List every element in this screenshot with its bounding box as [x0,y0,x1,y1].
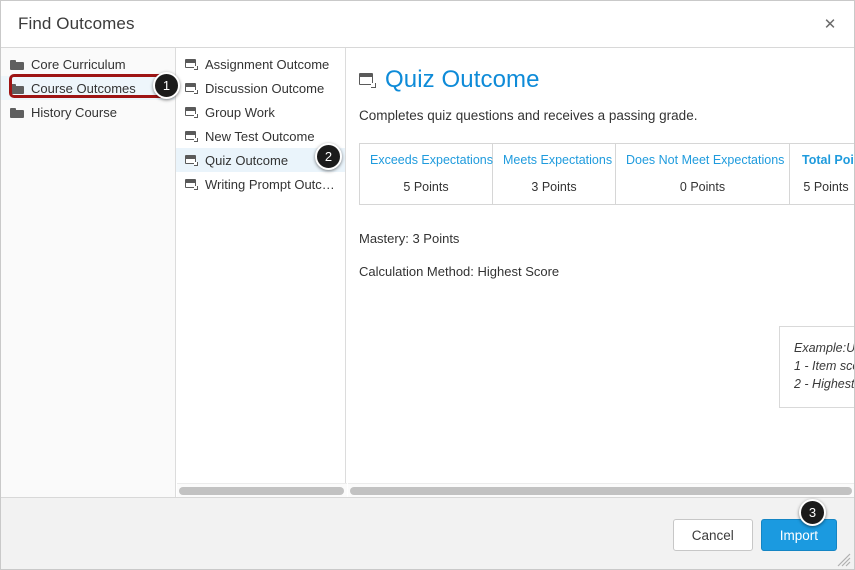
rubric-column-header: Total Point [802,153,854,167]
outcome-icon [185,130,198,142]
annotation-badge-3: 3 [799,499,826,526]
rubric-column-header: Exceeds Expectations [370,153,493,167]
directory-item-core-curriculum[interactable]: Core Curriculum [1,52,175,76]
rubric-column-header: Meets Expectations [503,153,613,167]
directory-list: Core Curriculum Course Outcomes History … [1,48,175,124]
dialog-title: Find Outcomes [18,14,135,33]
outcomes-column: Assignment Outcome Discussion Outcome Gr… [176,48,346,497]
outcome-item-new-test-outcome[interactable]: New Test Outcome [176,124,345,148]
outcome-icon [359,72,376,88]
rubric-column-does-not-meet-expectations: Does Not Meet Expectations 0 Points [616,144,790,204]
rubric-table: Exceeds Expectations 5 Points Meets Expe… [359,143,854,205]
outcome-icon [185,82,198,94]
folder-icon [10,59,24,70]
rubric-column-value: 5 Points [403,180,449,194]
folder-icon [10,83,24,94]
directory-item-label: History Course [31,104,117,120]
rubric-column-value: 3 Points [531,180,577,194]
find-outcomes-dialog: Find Outcomes ✕ Core Curriculum Course O… [0,0,855,570]
directory-item-label: Core Curriculum [31,56,126,72]
outcome-item-discussion-outcome[interactable]: Discussion Outcome [176,76,345,100]
folder-icon [10,107,24,118]
outcome-icon [185,106,198,118]
example-line-2: 1 - Item scores: 3, 2, 2, 4, 1, 3, 4 [794,359,854,373]
outcome-item-label: New Test Outcome [205,128,315,144]
annotation-badge-2: 2 [315,143,342,170]
outcome-description: Completes quiz questions and receives a … [359,108,698,123]
directory-column: Core Curriculum Course Outcomes History … [1,48,176,497]
page-title: Quiz Outcome [385,66,540,93]
rubric-column-value: 0 Points [679,180,726,194]
dialog-footer: Cancel Import [1,497,854,569]
outcome-item-group-work[interactable]: Group Work [176,100,345,124]
outcome-icon [185,58,198,70]
outcome-item-label: Writing Prompt Outco… [205,176,339,192]
calculation-example-box: Example:Use the highest score 1 - Item s… [779,326,854,408]
close-icon[interactable]: ✕ [820,15,840,35]
import-button[interactable]: Import [760,519,837,551]
directory-item-history-course[interactable]: History Course [1,100,175,124]
outcomes-horizontal-scrollbar[interactable] [177,483,347,497]
outcome-item-label: Quiz Outcome [205,152,289,168]
outcome-item-label: Discussion Outcome [205,80,325,96]
directory-item-label: Course Outcomes [31,80,136,96]
detail-horizontal-scrollbar[interactable] [348,483,854,497]
example-line-1: Example:Use the highest score [794,341,854,355]
scrollbar-thumb[interactable] [350,487,852,495]
outcome-detail-panel: Quiz Outcome Completes quiz questions an… [346,48,854,497]
calculation-method-text: Calculation Method: Highest Score [359,264,560,279]
dialog-titlebar: Find Outcomes ✕ [1,1,854,48]
directory-item-course-outcomes[interactable]: Course Outcomes [1,76,175,100]
rubric-column-total-points: Total Point 5 Points [790,144,854,204]
outcome-item-assignment-outcome[interactable]: Assignment Outcome [176,52,345,76]
dialog-body: Core Curriculum Course Outcomes History … [1,48,854,497]
detail-header: Quiz Outcome [359,66,854,94]
annotation-badge-1: 1 [153,72,180,99]
outcome-icon [185,178,198,190]
rubric-column-meets-expectations: Meets Expectations 3 Points [493,144,616,204]
rubric-column-exceeds-expectations: Exceeds Expectations 5 Points [360,144,493,204]
scrollbar-thumb[interactable] [179,487,344,495]
outcome-icon [185,154,198,166]
example-line-3: 2 - Highest score: 4 [794,377,854,391]
outcome-item-label: Group Work [205,104,275,120]
outcome-item-writing-prompt-outcome[interactable]: Writing Prompt Outco… [176,172,345,196]
rubric-column-value: 5 Points [803,180,849,194]
outcome-item-label: Assignment Outcome [205,56,330,72]
rubric-column-header: Does Not Meet Expectations [626,153,785,167]
outcomes-list: Assignment Outcome Discussion Outcome Gr… [176,48,345,196]
cancel-button[interactable]: Cancel [672,519,753,551]
mastery-text: Mastery: 3 Points [359,231,460,246]
resize-grip-icon[interactable] [837,553,851,567]
